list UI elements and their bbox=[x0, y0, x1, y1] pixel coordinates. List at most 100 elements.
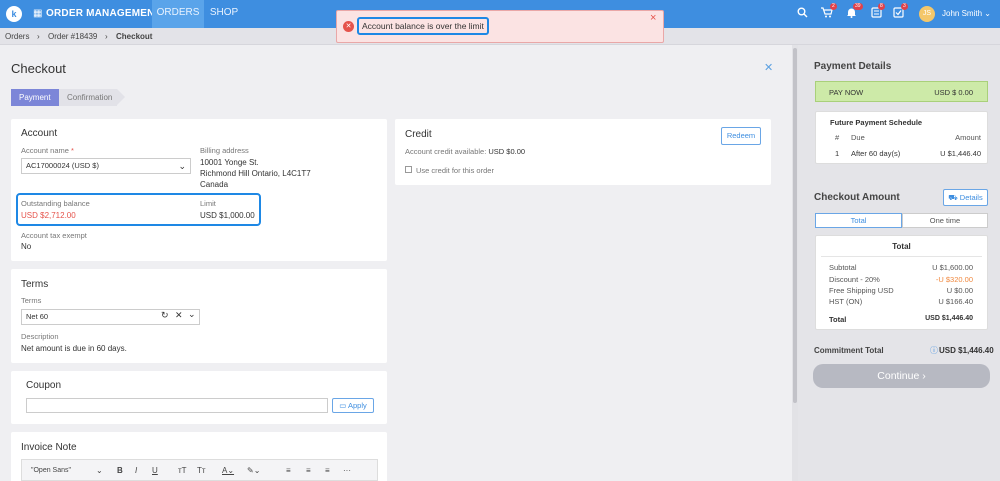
outstanding-balance-label: Outstanding balance bbox=[21, 199, 90, 208]
clear-icon[interactable]: ✕ bbox=[175, 310, 183, 321]
user-avatar[interactable]: JS bbox=[919, 6, 935, 22]
redeem-button[interactable]: Redeem bbox=[721, 127, 761, 145]
discount-label: Discount - 20% bbox=[829, 275, 880, 284]
info-icon[interactable]: ⓘ bbox=[930, 345, 938, 356]
search-icon[interactable] bbox=[797, 7, 808, 21]
error-icon: ✕ bbox=[343, 21, 354, 32]
details-button[interactable]: ⛟ Details bbox=[943, 189, 988, 206]
font-size-icon[interactable]: ᴛT bbox=[178, 466, 187, 475]
limit-value: USD $1,000.00 bbox=[200, 211, 255, 220]
schedule-header-num: # bbox=[835, 133, 840, 142]
continue-button[interactable]: Continue › bbox=[813, 364, 990, 388]
terms-select[interactable]: Net 60 bbox=[21, 309, 200, 325]
more-icon[interactable]: ··· bbox=[343, 466, 351, 475]
align-right-icon[interactable]: ≡ bbox=[325, 466, 330, 475]
billing-line-2: Richmond Hill Ontario, L4C1T7 bbox=[200, 169, 311, 178]
close-alert-button[interactable]: × bbox=[650, 12, 656, 24]
account-name-select[interactable]: AC17000024 (USD $) ⌄ bbox=[21, 158, 191, 174]
hst-value: U $166.40 bbox=[938, 297, 973, 306]
payment-details-heading: Payment Details bbox=[814, 61, 892, 72]
tasks-count-badge: 3 bbox=[901, 3, 908, 10]
billing-line-1: 10001 Yonge St. bbox=[200, 158, 259, 167]
chevron-down-icon: ⌄ bbox=[96, 466, 103, 475]
tab-total[interactable]: Total bbox=[815, 213, 902, 228]
breadcrumb-separator: › bbox=[105, 32, 108, 41]
tax-exempt-label: Account tax exempt bbox=[21, 231, 87, 240]
schedule-title: Future Payment Schedule bbox=[830, 118, 923, 127]
cart-count-badge: 2 bbox=[830, 3, 837, 10]
notification-count-badge: 39 bbox=[853, 3, 863, 10]
schedule-header-due: Due bbox=[851, 133, 865, 142]
pay-now-box[interactable]: PAY NOW USD $ 0.00 bbox=[815, 81, 988, 102]
scrollbar-thumb[interactable] bbox=[793, 48, 797, 403]
limit-label: Limit bbox=[200, 199, 216, 208]
page-title: Checkout bbox=[11, 61, 66, 76]
reviews-count-badge: 8 bbox=[878, 3, 885, 10]
checkout-amount-heading: Checkout Amount bbox=[814, 192, 900, 203]
shipping-value: U $0.00 bbox=[946, 286, 973, 295]
total-title: Total bbox=[892, 242, 911, 251]
highlight-color-icon[interactable]: ✎⌄ bbox=[247, 466, 260, 475]
italic-icon[interactable]: I bbox=[135, 466, 137, 475]
breadcrumb-order[interactable]: Order #18439 bbox=[48, 32, 97, 41]
outstanding-balance-value: USD $2,712.00 bbox=[21, 211, 76, 220]
coupon-input[interactable] bbox=[26, 398, 328, 413]
shipping-label: Free Shipping USD bbox=[829, 286, 894, 295]
commitment-total-value: USD $1,446.40 bbox=[939, 346, 994, 355]
user-name: John Smith bbox=[942, 9, 983, 18]
tab-shop[interactable]: SHOP bbox=[204, 0, 244, 28]
bold-icon[interactable]: B bbox=[117, 466, 123, 475]
schedule-row-num: 1 bbox=[835, 149, 840, 158]
pay-now-value: USD $ 0.00 bbox=[934, 88, 973, 97]
align-center-icon[interactable]: ≡ bbox=[306, 466, 311, 475]
chevron-down-icon: ⌄ bbox=[178, 161, 186, 171]
app-title: ORDER MANAGEMENT bbox=[46, 8, 161, 19]
balance-highlight bbox=[16, 193, 261, 226]
account-name-label: Account name * bbox=[21, 146, 74, 155]
chevron-down-icon: ⌄ bbox=[984, 9, 991, 18]
alert-message: Account balance is over the limit bbox=[357, 17, 489, 35]
schedule-row-due: After 60 day(s) bbox=[851, 149, 901, 158]
subtotal-label: Subtotal bbox=[829, 263, 857, 272]
tag-icon: ▭ bbox=[339, 401, 347, 410]
error-alert: ✕ Account balance is over the limit × bbox=[336, 10, 664, 43]
font-family-select[interactable]: "Open Sans" bbox=[31, 467, 71, 474]
coupon-heading: Coupon bbox=[26, 380, 62, 391]
grand-total-label: Total bbox=[829, 315, 847, 324]
step-confirmation[interactable]: Confirmation bbox=[59, 89, 125, 106]
subtotal-value: U $1,600.00 bbox=[932, 263, 973, 272]
tax-exempt-value: No bbox=[21, 242, 32, 251]
commitment-total-label: Commitment Total bbox=[814, 346, 884, 355]
step-payment[interactable]: Payment bbox=[11, 89, 67, 106]
tab-orders[interactable]: ORDERS bbox=[152, 0, 204, 28]
tab-one-time[interactable]: One time bbox=[902, 213, 988, 228]
underline-icon[interactable]: U bbox=[152, 466, 158, 475]
schedule-row-amount: U $1,446.40 bbox=[940, 149, 981, 158]
use-credit-checkbox[interactable] bbox=[405, 166, 412, 173]
text-transform-icon[interactable]: Tт bbox=[197, 466, 206, 475]
apply-coupon-button[interactable]: ▭ Apply bbox=[332, 398, 374, 413]
truck-icon: ⛟ bbox=[948, 193, 958, 202]
chevron-right-icon: › bbox=[922, 370, 926, 382]
terms-label: Terms bbox=[21, 296, 42, 305]
refresh-icon[interactable]: ↻ bbox=[161, 310, 169, 321]
invoice-note-heading: Invoice Note bbox=[21, 442, 77, 453]
app-logo-icon[interactable]: k bbox=[6, 6, 22, 22]
user-menu[interactable]: John Smith ⌄ bbox=[942, 9, 991, 18]
text-color-icon[interactable]: A⌄ bbox=[222, 466, 234, 475]
align-left-icon[interactable]: ≡ bbox=[286, 466, 291, 475]
chevron-down-icon[interactable]: ⌄ bbox=[188, 309, 196, 320]
grid-menu-icon[interactable]: ▦ bbox=[33, 9, 42, 19]
breadcrumb-orders[interactable]: Orders bbox=[5, 32, 29, 41]
description-value: Net amount is due in 60 days. bbox=[21, 344, 127, 353]
divider bbox=[821, 256, 982, 257]
pay-now-label: PAY NOW bbox=[829, 88, 864, 97]
close-icon[interactable]: ✕ bbox=[764, 61, 773, 74]
account-heading: Account bbox=[21, 128, 58, 139]
discount-value: -U $320.00 bbox=[935, 275, 973, 284]
credit-heading: Credit bbox=[405, 129, 432, 140]
breadcrumb-checkout: Checkout bbox=[116, 32, 153, 41]
use-credit-label: Use credit for this order bbox=[416, 166, 494, 175]
grand-total-value: USD $1,446.40 bbox=[925, 315, 973, 322]
total-summary-card: Total Subtotal U $1,600.00 Discount - 20… bbox=[815, 235, 988, 330]
